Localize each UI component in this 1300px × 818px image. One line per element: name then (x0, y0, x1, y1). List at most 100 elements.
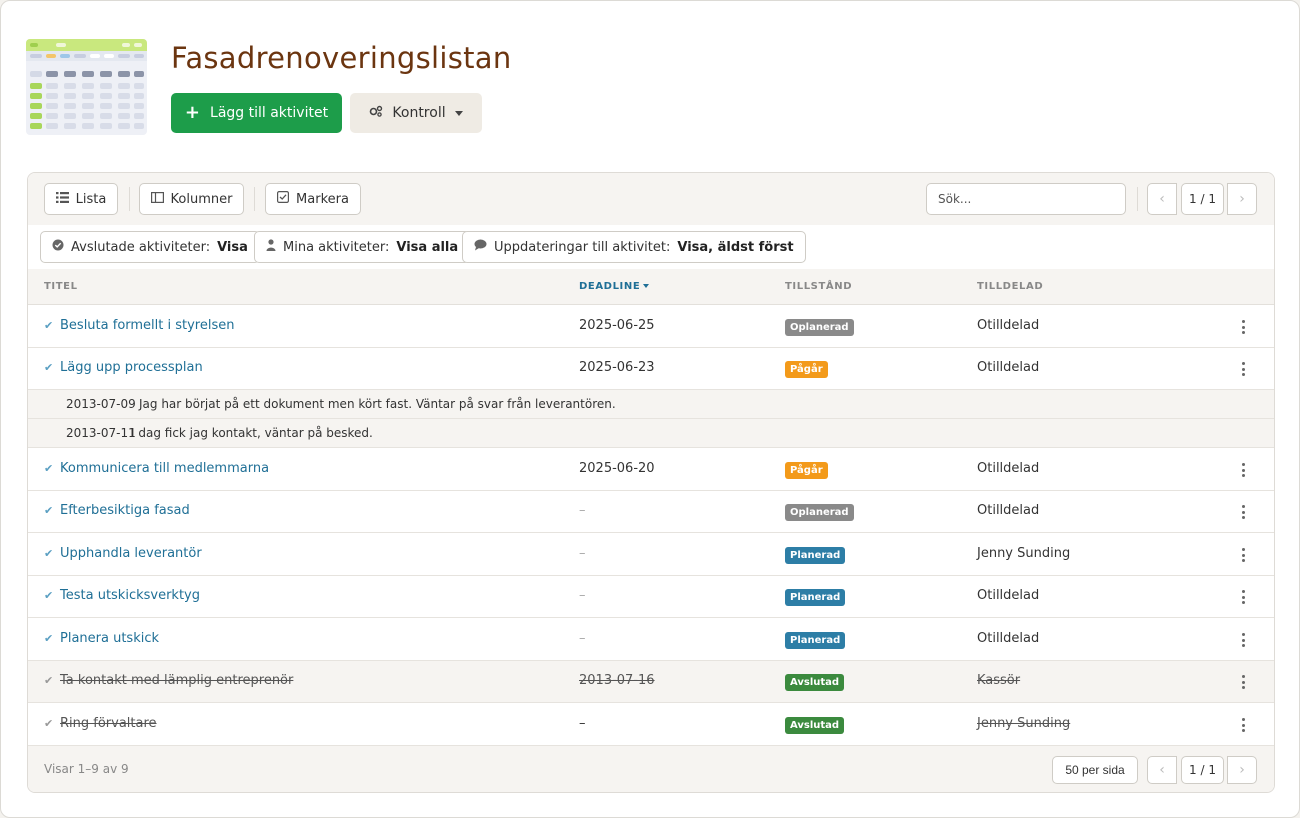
check-circle-icon (52, 239, 64, 255)
check-icon[interactable]: ✔ (44, 504, 53, 517)
more-options-icon[interactable] (1240, 633, 1246, 647)
activity-title-link[interactable]: Kommunicera till medlemmarna (60, 461, 269, 476)
table-row[interactable]: ✔ Ring förvaltare – Avslutad Jenny Sunding (28, 703, 1274, 746)
table-row[interactable]: ✔ Planera utskick – Planerad Otilldelad (28, 618, 1274, 661)
status-badge: Planerad (785, 547, 846, 564)
filter-label: Avslutade aktiviteter: (71, 239, 211, 255)
check-icon[interactable]: ✔ (44, 319, 53, 332)
more-options-icon[interactable] (1240, 505, 1246, 519)
check-icon[interactable]: ✔ (44, 717, 53, 730)
more-options-icon[interactable] (1240, 320, 1246, 334)
more-options-icon[interactable] (1240, 718, 1246, 732)
comment-icon (474, 239, 487, 255)
column-header-deadline-label: DEADLINE (579, 281, 641, 292)
checkbox-icon (277, 191, 290, 207)
check-icon[interactable]: ✔ (44, 547, 53, 560)
assignee-cell: Otilldelad (977, 318, 1040, 333)
next-page-icon[interactable]: › (1227, 183, 1257, 215)
more-options-icon[interactable] (1240, 675, 1246, 689)
table-row[interactable]: ✔ Ta kontakt med lämplig entreprenör 2013-… (28, 661, 1274, 703)
status-badge: Planerad (785, 589, 846, 606)
table-row[interactable]: ✔ Upphandla leverantör – Planerad Jenny Sund… (28, 533, 1274, 576)
page: Fasadrenoveringslistan + Lägg till aktiv… (0, 0, 1300, 818)
filter-completed-activities[interactable]: Avslutade aktiviteter: Visa (40, 231, 260, 263)
table-row[interactable]: ✔ Efterbesiktiga fasad – Oplanerad Otilldela… (28, 491, 1274, 533)
activity-title-link[interactable]: Planera utskick (60, 631, 159, 646)
columns-icon (150, 191, 164, 207)
footer-next-page-icon[interactable]: › (1227, 756, 1257, 784)
activity-title-link[interactable]: Lägg upp processplan (60, 360, 203, 375)
filter-label: Mina aktiviteter: (283, 239, 390, 255)
more-options-icon[interactable] (1240, 590, 1246, 604)
filter-label: Uppdateringar till aktivitet: (494, 239, 671, 255)
table-row[interactable]: ✔ Testa utskicksverktyg – Planerad Otilldela… (28, 576, 1274, 618)
assignee-cell: Kassör (977, 673, 1021, 688)
select-button[interactable]: Markera (265, 183, 361, 215)
add-activity-button[interactable]: + Lägg till aktivitet (171, 93, 342, 133)
table-row[interactable]: ✔ Besluta formellt i styrelsen 2025-06-25 O… (28, 305, 1274, 348)
footer-page-indicator: 1 / 1 (1181, 756, 1224, 784)
assignee-cell: Otilldelad (977, 461, 1040, 476)
check-icon[interactable]: ✔ (44, 632, 53, 645)
columns-button[interactable]: Kolumner (139, 183, 244, 215)
status-badge: Pågår (785, 462, 828, 479)
deadline-cell: – (579, 631, 586, 646)
gears-icon (369, 105, 383, 121)
select-label: Markera (296, 191, 349, 207)
chevron-down-icon (454, 110, 463, 116)
status-badge: Oplanerad (785, 319, 854, 336)
update-text: Jag har börjat på ett dokument men kört … (139, 397, 616, 411)
plus-icon: + (184, 102, 201, 123)
status-badge: Avslutad (785, 674, 845, 691)
user-icon (266, 239, 276, 255)
table-row[interactable]: ✔ Lägg upp processplan 2025-06-23 Pågår Otil… (28, 348, 1274, 390)
list-view-button[interactable]: Lista (44, 183, 118, 215)
check-icon[interactable]: ✔ (44, 589, 53, 602)
per-page-select[interactable]: 50 per sida (1052, 756, 1138, 784)
prev-page-icon[interactable]: ‹ (1147, 183, 1177, 215)
activity-title-link[interactable]: Ta kontakt med lämplig entreprenör (60, 673, 293, 688)
status-badge: Planerad (785, 632, 846, 649)
control-label: Kontroll (392, 105, 446, 121)
assignee-cell: Otilldelad (977, 360, 1040, 375)
column-header-title[interactable]: TITEL (44, 281, 78, 292)
update-text: I dag fick jag kontakt, väntar på besked… (131, 426, 373, 440)
footer-prev-page-icon[interactable]: ‹ (1147, 756, 1177, 784)
status-badge: Pågår (785, 361, 828, 378)
check-icon[interactable]: ✔ (44, 674, 53, 687)
update-date: 2013-07-09 (66, 397, 136, 411)
filter-value: Visa (217, 239, 248, 255)
table-header: TITEL DEADLINE TILLSTÅND TILLDELAD (28, 269, 1274, 305)
more-options-icon[interactable] (1240, 362, 1246, 376)
filter-value: Visa, äldst först (677, 239, 794, 255)
activity-title-link[interactable]: Besluta formellt i styrelsen (60, 318, 234, 333)
update-date: 2013-07-11 (66, 426, 136, 440)
more-options-icon[interactable] (1240, 463, 1246, 477)
assignee-cell: Otilldelad (977, 503, 1040, 518)
activity-update: 2013-07-11 I dag fick jag kontakt, väntar… (28, 419, 1274, 448)
column-header-status[interactable]: TILLSTÅND (785, 281, 852, 292)
column-header-assignee[interactable]: TILLDELAD (977, 281, 1043, 292)
deadline-cell: – (579, 588, 586, 603)
filter-activity-updates[interactable]: Uppdateringar till aktivitet: Visa, älds… (462, 231, 806, 263)
check-icon[interactable]: ✔ (44, 462, 53, 475)
page-indicator: 1 / 1 (1181, 183, 1224, 215)
list-view-label: Lista (75, 191, 107, 207)
filter-my-activities[interactable]: Mina aktiviteter: Visa alla (254, 231, 471, 263)
check-icon[interactable]: ✔ (44, 361, 53, 374)
more-options-icon[interactable] (1240, 548, 1246, 562)
activity-title-link[interactable]: Ring förvaltare (60, 716, 157, 731)
column-header-deadline[interactable]: DEADLINE (579, 281, 650, 292)
add-activity-label: Lägg till aktivitet (210, 105, 329, 121)
deadline-cell: 2013-07-16 (579, 673, 655, 688)
filter-value: Visa alla (396, 239, 459, 255)
table-row[interactable]: ✔ Kommunicera till medlemmarna 2025-06-20 P… (28, 448, 1274, 491)
search-input[interactable] (926, 183, 1126, 215)
activity-title-link[interactable]: Efterbesiktiga fasad (60, 503, 190, 518)
activity-title-link[interactable]: Upphandla leverantör (60, 546, 202, 561)
deadline-cell: 2025-06-25 (579, 318, 655, 333)
page-title: Fasadrenoveringslistan (171, 41, 512, 75)
activity-title-link[interactable]: Testa utskicksverktyg (60, 588, 200, 603)
result-count: Visar 1–9 av 9 (44, 762, 129, 776)
control-dropdown-button[interactable]: Kontroll (350, 93, 482, 133)
